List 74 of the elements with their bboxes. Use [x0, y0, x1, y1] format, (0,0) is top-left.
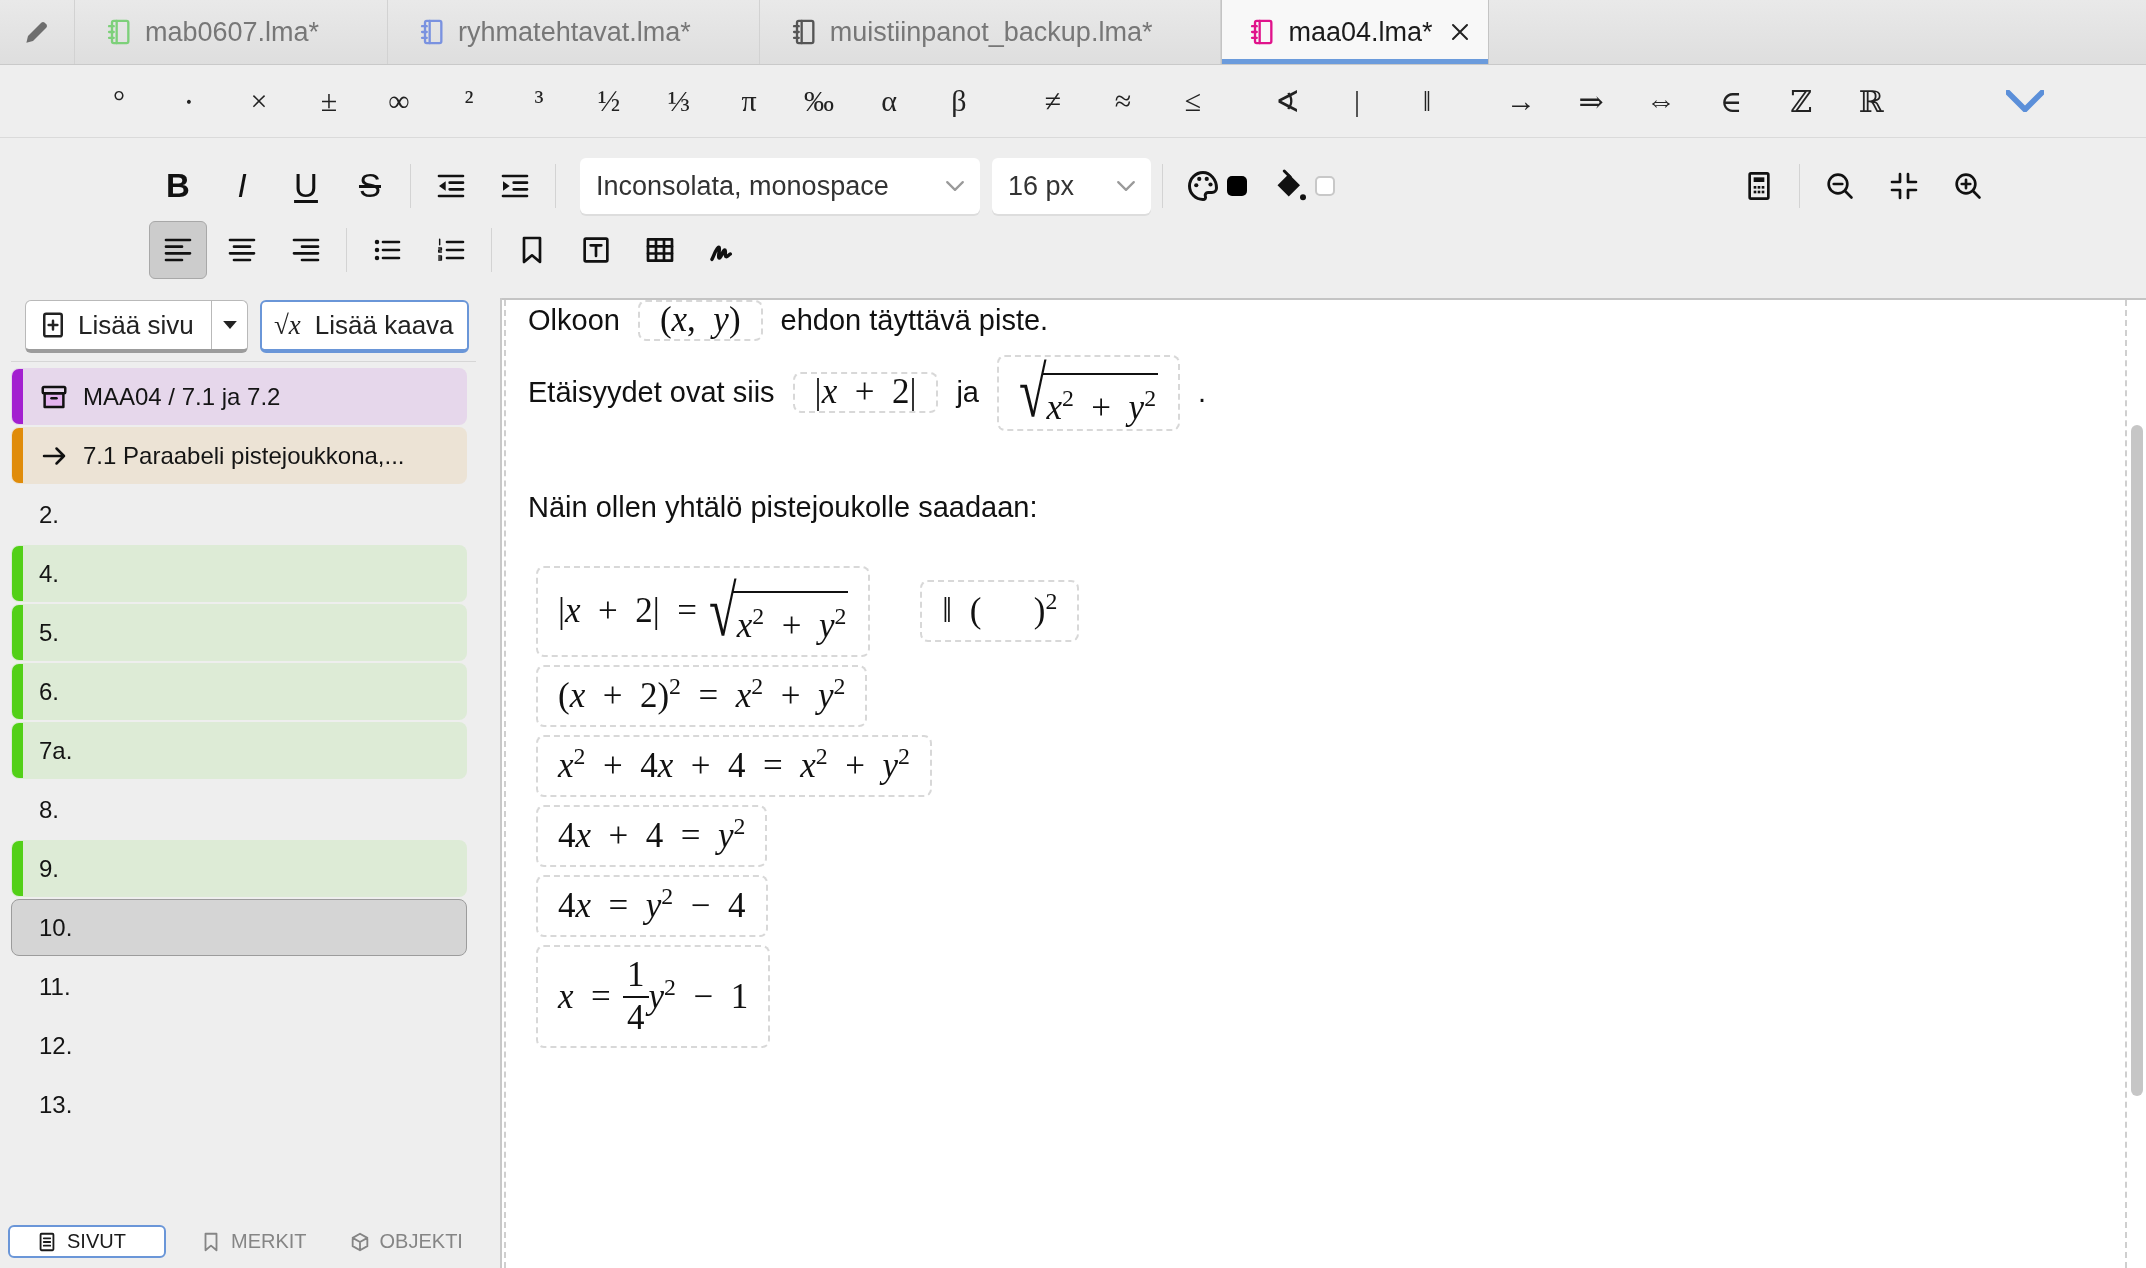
- zoom-in-icon: [1952, 170, 1984, 202]
- page-list-item[interactable]: 11.: [11, 958, 467, 1015]
- symbol-button[interactable]: ≈: [1088, 73, 1158, 129]
- add-formula-button[interactable]: √x Lisää kaava: [260, 300, 469, 353]
- italic-button[interactable]: I: [213, 157, 271, 215]
- chevron-down-icon: [2006, 90, 2044, 112]
- symbol-button[interactable]: ‰: [784, 73, 854, 129]
- caret-icon: [222, 321, 237, 329]
- symbol-button[interactable]: ≤: [1158, 73, 1228, 129]
- math-field[interactable]: (x + 2)$^{2}$ = x$^{2}$ + y$^{2}$: [536, 665, 868, 728]
- paragraph-text: Olkoon: [528, 303, 620, 337]
- paragraph-text: .: [1198, 376, 1207, 410]
- symbol-button[interactable]: ∞: [364, 73, 434, 129]
- symbol-button[interactable]: ∈: [1696, 73, 1766, 129]
- paragraph-text: Näin ollen yhtälö pistejoukolle saadaan:: [528, 490, 1038, 524]
- file-tab[interactable]: maa04.lma*: [1221, 0, 1490, 64]
- symbol-button[interactable]: ≠: [1018, 73, 1088, 129]
- font-family-select[interactable]: Inconsolata, monospace: [580, 158, 980, 214]
- math-field[interactable]: (x, y): [637, 300, 763, 341]
- symbol-button[interactable]: ±: [294, 73, 364, 129]
- page-list-item[interactable]: MAA04 / 7.1 ja 7.2: [11, 368, 467, 425]
- symbol-button[interactable]: ½: [574, 73, 644, 129]
- page-list-item[interactable]: 10.: [11, 899, 467, 956]
- bold-button[interactable]: B: [149, 157, 207, 215]
- symbol-button[interactable]: →: [1486, 73, 1556, 129]
- paragraph-text: Etäisyydet ovat siis: [528, 376, 775, 410]
- page-list-item[interactable]: 13.: [11, 1076, 467, 1133]
- page-list-item[interactable]: 7a.: [11, 722, 467, 779]
- symbol-button[interactable]: ℝ: [1836, 73, 1906, 129]
- symbol-button[interactable]: α: [854, 73, 924, 129]
- paragraph-text: ehdon täyttävä piste.: [780, 303, 1049, 337]
- page-list-item[interactable]: 4.: [11, 545, 467, 602]
- strikethrough-button[interactable]: S: [341, 157, 399, 215]
- symbol-button[interactable]: ∢: [1252, 73, 1322, 129]
- shrink-icon: [1888, 170, 1920, 202]
- page-list-item[interactable]: 9.: [11, 840, 467, 897]
- scrollbar-thumb[interactable]: [2131, 425, 2143, 1096]
- palette-icon: [1185, 168, 1221, 204]
- page-list-item[interactable]: 8.: [11, 781, 467, 838]
- symbol-button[interactable]: ×: [224, 73, 294, 129]
- symbol-button[interactable]: ⇒: [1556, 73, 1626, 129]
- symbol-button[interactable]: ⋅: [154, 73, 224, 129]
- zoom-out-icon: [1824, 170, 1856, 202]
- math-field[interactable]: ‖ ( )$^{2}$: [920, 579, 1080, 642]
- text-box-icon: [580, 234, 612, 266]
- symbol-button[interactable]: ³: [504, 73, 574, 129]
- symbol-button[interactable]: |: [1322, 73, 1392, 129]
- pages-tab[interactable]: SIVUT: [8, 1225, 166, 1258]
- add-page-button[interactable]: Lisää sivu: [26, 301, 211, 349]
- symbol-button[interactable]: β: [924, 73, 994, 129]
- math-field[interactable]: x$^{2}$ + 4x + 4 = x$^{2}$ + y$^{2}$: [536, 735, 932, 798]
- math-field[interactable]: 4x + 4 = y$^{2}$: [536, 805, 768, 868]
- symbol-button[interactable]: ℤ: [1766, 73, 1836, 129]
- font-size-select[interactable]: 16 px: [992, 158, 1151, 214]
- math-field[interactable]: √x$^{2}$ + y$^{2}$: [997, 354, 1181, 431]
- page-list-item[interactable]: 6.: [11, 663, 467, 720]
- chevron-down-icon: [1117, 181, 1135, 191]
- symbol-button[interactable]: ²: [434, 73, 504, 129]
- page-list-item[interactable]: 2.: [11, 486, 467, 543]
- square-root-symbol: √x: [274, 310, 301, 341]
- page-list-item[interactable]: 7.1 Paraabeli pistejoukkona,...: [11, 427, 467, 484]
- align-left-button[interactable]: [149, 221, 207, 279]
- symbol-button[interactable]: ⅓: [644, 73, 714, 129]
- math-field[interactable]: 4x = y$^{2}$ − 4: [536, 875, 768, 938]
- paragraph-text: ja: [956, 376, 979, 410]
- page-list-item[interactable]: 5.: [11, 604, 467, 661]
- symbol-button[interactable]: ⇔: [1626, 73, 1696, 129]
- symbol-button[interactable]: ‖: [1392, 73, 1462, 129]
- math-field[interactable]: |x + 2|: [792, 372, 939, 413]
- symbol-button[interactable]: π: [714, 73, 784, 129]
- page-list-item[interactable]: 12.: [11, 1017, 467, 1074]
- underline-button[interactable]: U: [277, 157, 335, 215]
- chevron-down-icon: [946, 181, 964, 191]
- symbol-button[interactable]: °: [84, 73, 154, 129]
